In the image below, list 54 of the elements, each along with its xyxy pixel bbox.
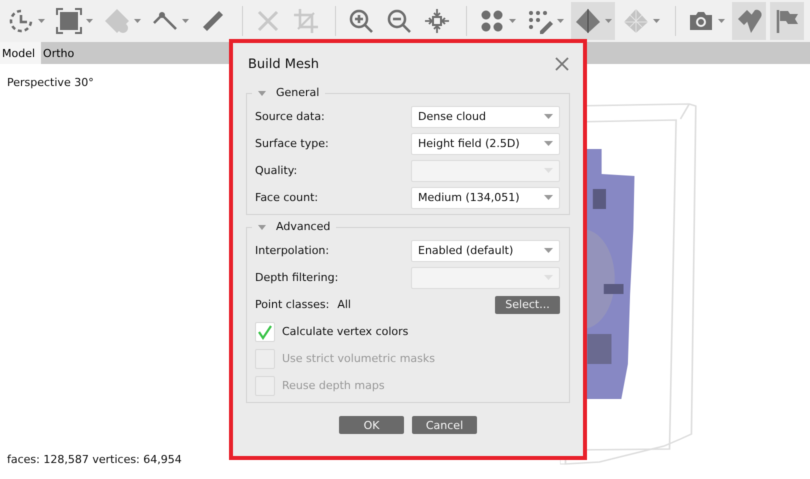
caret-icon [653,19,660,23]
select-button[interactable]: Select... [495,296,560,314]
field-label: Point classes: [255,298,330,311]
dropdown[interactable]: Medium (134,051) [411,186,560,208]
field-label: Face count: [255,191,318,204]
collapse-arrow-icon[interactable] [258,224,266,230]
dropdown-caret-icon [544,141,553,146]
caret-icon [718,19,725,23]
group-title: General [276,86,320,100]
tool-button[interactable] [770,2,804,40]
dropdown[interactable]: Enabled (default) [411,240,560,262]
dropdown[interactable]: Dense cloud [411,106,560,128]
checkbox-label: Use strict volumetric masks [282,352,436,365]
caret-icon [182,19,189,23]
caret-icon [86,19,93,23]
caret-icon [509,19,516,23]
wireframe-pyramid-icon [622,7,650,35]
tab[interactable]: Model [0,42,42,64]
group-title: Advanced [276,220,330,234]
dropdown-caret-icon [544,248,553,253]
dropdown[interactable]: Height field (2.5D) [411,132,560,154]
caret-icon [38,19,45,23]
collapse-arrow-icon[interactable] [258,90,266,96]
pyramid-icon [574,7,602,35]
checkbox-label: Reuse depth maps [282,379,385,392]
dialog-title: Build Mesh [248,56,319,72]
field-label: Interpolation: [255,244,330,257]
checkbox[interactable] [255,322,275,342]
field-label: Source data: [255,110,325,123]
tool-button[interactable] [732,2,766,40]
hand-shape-icon [103,7,131,35]
mesh-stats: faces: 128,587 vertices: 64,954 [7,453,182,466]
dialog-button[interactable]: Cancel [412,416,477,434]
dropdown-caret-icon [544,114,553,119]
field-label: Quality: [255,164,298,177]
field-label: Surface type: [255,137,329,150]
caret-icon [605,19,612,23]
checkbox-label: Calculate vertex colors [282,325,408,338]
caret-icon [557,19,564,23]
field-value: All [337,298,351,311]
square-select-icon [55,7,83,35]
dropdown-caret-icon [544,195,553,200]
projection-label: Perspective 30° [7,76,94,89]
tab[interactable]: Ortho [41,42,80,64]
field-label: Depth filtering: [255,271,338,284]
zoom-in-icon [347,7,375,35]
caret-icon [134,19,141,23]
tool-button[interactable] [571,2,615,40]
zoom-out-icon [385,7,413,35]
circle-select-icon [7,7,35,35]
close-button[interactable] [554,56,570,72]
dialog-button[interactable]: OK [339,416,404,434]
crop-icon [292,7,320,35]
fit-icon [423,7,451,35]
